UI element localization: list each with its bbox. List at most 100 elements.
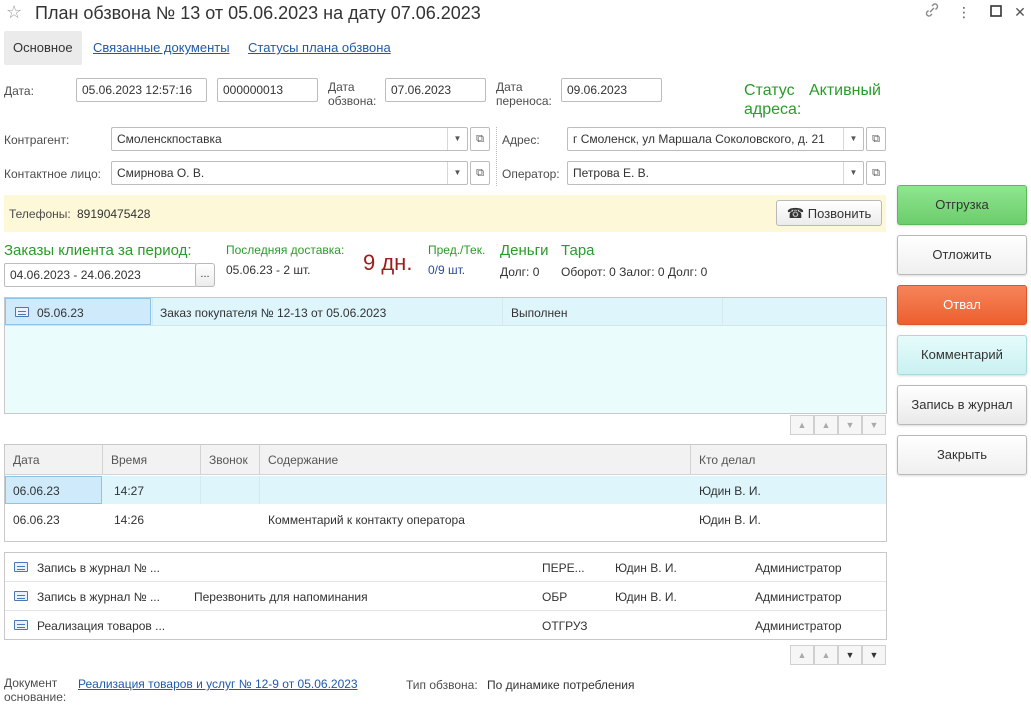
document-icon xyxy=(14,620,28,630)
date-label: Дата: xyxy=(4,84,34,98)
phones-label: Телефоны: xyxy=(9,207,71,221)
prev-cur-value: 0/9 шт. xyxy=(428,263,466,277)
container-title: Тара xyxy=(561,242,595,259)
call-button[interactable]: ☎ Позвонить xyxy=(776,200,882,226)
column-header-date: Дата xyxy=(13,453,40,467)
journal-code: ПЕРЕ... xyxy=(542,561,585,575)
journal-note: Перезвонить для напоминания xyxy=(194,590,368,604)
calls-table[interactable]: Дата Время Звонок Содержание Кто делал 0… xyxy=(4,444,887,542)
table-row[interactable]: 06.06.23 14:26 Комментарий к контакту оп… xyxy=(5,505,886,533)
number-field[interactable]: 000000013 xyxy=(217,78,318,102)
call-date: 06.06.23 xyxy=(13,484,60,498)
column-header-who: Кто делал xyxy=(699,453,756,467)
table-row[interactable]: Запись в журнал № ... ПЕРЕ... Юдин В. И.… xyxy=(5,553,886,582)
call-date-field[interactable]: 07.06.2023 xyxy=(385,78,486,102)
call-who: Юдин В. И. xyxy=(699,484,761,498)
order-document: Заказ покупателя № 12-13 от 05.06.2023 xyxy=(160,306,387,320)
period-select-button[interactable]: ... xyxy=(195,263,215,287)
tab-main[interactable]: Основное xyxy=(4,31,82,65)
contact-field[interactable]: Смирнова О. В. ▼ xyxy=(111,161,468,185)
open-icon[interactable]: ⧉ xyxy=(866,127,886,151)
journal-code: ОТГРУЗ xyxy=(542,619,588,633)
scroll-down-icon[interactable]: ▼ xyxy=(838,415,862,435)
star-icon[interactable]: ☆ xyxy=(6,2,22,22)
journal-entry-button[interactable]: Запись в журнал xyxy=(897,385,1027,425)
date-field[interactable]: 05.06.2023 12:57:16 xyxy=(76,78,207,102)
order-date: 05.06.23 xyxy=(37,306,84,320)
scroll-up-icon[interactable]: ▲ xyxy=(814,645,838,665)
reschedule-date-field[interactable]: 09.06.2023 xyxy=(561,78,662,102)
refuse-button[interactable]: Отвал xyxy=(897,285,1027,325)
journal-doc: Реализация товаров ... xyxy=(37,619,166,633)
table-row[interactable]: 06.06.23 14:27 Юдин В. И. xyxy=(5,476,886,504)
call-date-label: Дата обзвона: xyxy=(328,80,377,108)
journal-who: Юдин В. И. xyxy=(615,561,677,575)
call-time: 14:26 xyxy=(114,513,145,527)
basis-document-link[interactable]: Реализация товаров и услуг № 12-9 от 05.… xyxy=(78,677,358,691)
column-header-time: Время xyxy=(111,453,148,467)
money-title: Деньги xyxy=(500,242,549,259)
close-button[interactable]: Закрыть xyxy=(897,435,1027,475)
prev-cur-label: Пред./Тек. xyxy=(428,243,486,257)
chevron-down-icon[interactable]: ▼ xyxy=(843,162,863,184)
money-debt: Долг: 0 xyxy=(500,265,540,279)
maximize-icon[interactable] xyxy=(986,2,1006,22)
scroll-down-icon[interactable]: ▼ xyxy=(838,645,862,665)
call-time: 14:27 xyxy=(114,484,145,498)
phone-icon: ☎ xyxy=(786,205,805,221)
orders-period-title: Заказы клиента за период: xyxy=(4,242,192,259)
open-icon[interactable]: ⧉ xyxy=(470,161,490,185)
window-title: План обзвона № 13 от 05.06.2023 на дату … xyxy=(35,3,481,23)
more-icon[interactable]: ⋮ xyxy=(954,2,974,22)
scroll-up-icon[interactable]: ▲ xyxy=(814,415,838,435)
table-row[interactable]: 05.06.23 Заказ покупателя № 12-13 от 05.… xyxy=(5,298,886,326)
scroll-first-icon[interactable]: ▲ xyxy=(790,415,814,435)
journal-role: Администратор xyxy=(755,619,842,633)
scroll-last-icon[interactable]: ▼ xyxy=(862,645,886,665)
postpone-button[interactable]: Отложить xyxy=(897,235,1027,275)
document-icon xyxy=(14,591,28,601)
counterparty-field[interactable]: Смоленскпоставка ▼ xyxy=(111,127,468,151)
chevron-down-icon[interactable]: ▼ xyxy=(843,128,863,150)
container-info: Оборот: 0 Залог: 0 Долг: 0 xyxy=(561,265,708,279)
open-icon[interactable]: ⧉ xyxy=(866,161,886,185)
scroll-first-icon[interactable]: ▲ xyxy=(790,645,814,665)
chevron-down-icon[interactable]: ▼ xyxy=(447,128,467,150)
operator-label: Оператор: xyxy=(502,167,560,181)
phones-value: 89190475428 xyxy=(77,207,151,221)
contact-label: Контактное лицо: xyxy=(4,167,101,181)
chevron-down-icon[interactable]: ▼ xyxy=(447,162,467,184)
last-delivery-value: 05.06.23 - 2 шт. xyxy=(226,263,311,277)
orders-table[interactable]: 05.06.23 Заказ покупателя № 12-13 от 05.… xyxy=(4,297,887,414)
table-row[interactable]: Запись в журнал № ... Перезвонить для на… xyxy=(5,582,886,611)
table-row[interactable]: Реализация товаров ... ОТГРУЗ Администра… xyxy=(5,611,886,639)
journal-table[interactable]: Запись в журнал № ... ПЕРЕ... Юдин В. И.… xyxy=(4,552,887,640)
period-field[interactable]: 04.06.2023 - 24.06.2023 xyxy=(4,263,197,287)
operator-field[interactable]: Петрова Е. В. ▼ xyxy=(567,161,864,185)
comment-button[interactable]: Комментарий xyxy=(897,335,1027,375)
days-since-delivery: 9 дн. xyxy=(363,250,413,275)
call-type-label: Тип обзвона: xyxy=(406,678,478,692)
journal-doc: Запись в журнал № ... xyxy=(37,561,160,575)
journal-doc: Запись в журнал № ... xyxy=(37,590,160,604)
column-header-content: Содержание xyxy=(268,453,339,467)
link-icon[interactable] xyxy=(922,2,942,22)
address-status-value: Активный xyxy=(809,82,881,99)
table-header: Дата Время Звонок Содержание Кто делал xyxy=(5,445,886,475)
call-content: Комментарий к контакту оператора xyxy=(268,513,465,527)
reschedule-date-label: Дата переноса: xyxy=(496,80,552,108)
ship-button[interactable]: Отгрузка xyxy=(897,185,1027,225)
tab-call-plan-statuses[interactable]: Статусы плана обзвона xyxy=(248,31,391,65)
document-icon xyxy=(15,307,29,317)
address-label: Адрес: xyxy=(502,133,540,147)
document-icon xyxy=(14,562,28,572)
address-field[interactable]: г Смоленск, ул Маршала Соколовского, д. … xyxy=(567,127,864,151)
column-header-call: Звонок xyxy=(209,453,248,467)
order-status: Выполнен xyxy=(511,306,568,320)
call-date: 06.06.23 xyxy=(13,513,60,527)
journal-code: ОБР xyxy=(542,590,568,604)
open-icon[interactable]: ⧉ xyxy=(470,127,490,151)
close-icon[interactable]: ✕ xyxy=(1010,2,1030,22)
scroll-last-icon[interactable]: ▼ xyxy=(862,415,886,435)
tab-related-documents[interactable]: Связанные документы xyxy=(93,31,230,65)
